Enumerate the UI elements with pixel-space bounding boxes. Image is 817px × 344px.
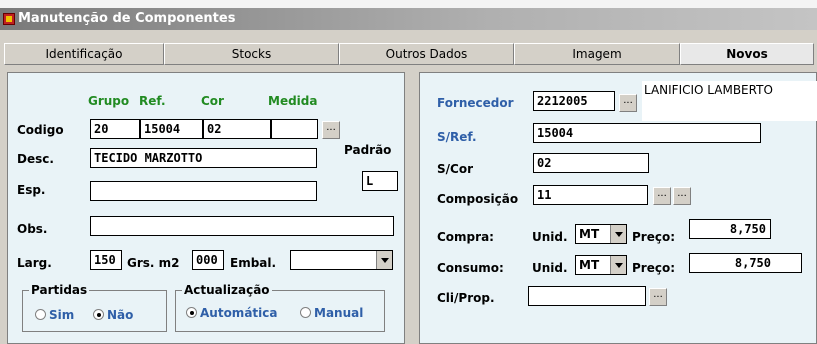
window-titlebar: Manutenção de Componentes (0, 8, 817, 30)
radio-on-icon (93, 309, 104, 320)
sref-label: S/Ref. (437, 130, 477, 144)
composicao-lookup-button-2[interactable]: ... (673, 187, 691, 205)
sref-field[interactable]: 15004 (533, 123, 761, 143)
cliprop-field[interactable] (528, 286, 646, 306)
identification-panel: Grupo Ref. Cor Medida Codigo 20 15004 02… (7, 72, 405, 344)
tab-novos[interactable]: Novos (680, 43, 814, 65)
embal-select[interactable] (290, 250, 393, 270)
fornecedor-name: LANIFICIO LAMBERTO (644, 83, 773, 97)
app-icon (3, 13, 15, 25)
compra-preco-field[interactable]: 8,750 (689, 219, 771, 239)
larg-label: Larg. (17, 256, 52, 270)
consumo-preco-field[interactable]: 8,750 (689, 253, 802, 273)
radio-on-icon (186, 307, 197, 318)
grs-m2-field[interactable]: 000 (192, 250, 224, 270)
consumo-unid-select[interactable]: MT (575, 255, 627, 275)
cor-header: Cor (201, 94, 224, 108)
partidas-sim-radio[interactable]: Sim (35, 308, 74, 322)
grupo-header: Grupo (88, 94, 130, 108)
chevron-down-icon[interactable] (610, 225, 626, 243)
window-title: Manutenção de Componentes (18, 11, 236, 26)
tab-imagem[interactable]: Imagem (514, 43, 680, 65)
compra-unid-select[interactable]: MT (575, 224, 627, 244)
tab-bar: Identificação Stocks Outros Dados Imagem… (0, 43, 817, 65)
chevron-down-icon[interactable] (376, 251, 392, 269)
codigo-lookup-button[interactable]: ... (322, 121, 340, 139)
tab-identificacao[interactable]: Identificação (4, 43, 164, 65)
consumo-label: Consumo: (437, 261, 504, 275)
actualizacao-automatica-radio[interactable]: Automática (186, 306, 277, 320)
medida-field[interactable] (271, 119, 318, 139)
medida-header: Medida (268, 94, 318, 108)
desc-field[interactable]: TECIDO MARZOTTO (90, 148, 317, 168)
padrao-label: Padrão (344, 143, 392, 157)
composicao-field[interactable]: 11 (533, 185, 648, 205)
consumo-unid-value: MT (579, 258, 600, 272)
actualizacao-group: Actualização Automática Manual (175, 283, 385, 332)
composicao-lookup-button[interactable]: ... (653, 187, 671, 205)
cor-field[interactable]: 02 (203, 119, 271, 139)
actualizacao-legend: Actualização (182, 283, 272, 297)
ref-header: Ref. (139, 94, 166, 108)
fornecedor-name-box: LANIFICIO LAMBERTO (642, 81, 817, 121)
obs-label: Obs. (17, 222, 48, 236)
fornecedor-code-field[interactable]: 2212005 (533, 91, 615, 111)
radio-off-icon (35, 309, 46, 320)
consumo-unid-label: Unid. (532, 261, 568, 275)
fornecedor-lookup-button[interactable]: ... (619, 94, 637, 112)
cliprop-lookup-button[interactable]: ... (649, 288, 667, 306)
scor-field[interactable]: 02 (533, 153, 649, 173)
partidas-group: Partidas Sim Não (22, 283, 167, 332)
obs-field[interactable] (90, 216, 394, 236)
composicao-label: Composição (437, 192, 519, 206)
compra-label: Compra: (437, 230, 494, 244)
tab-outros-dados[interactable]: Outros Dados (339, 43, 514, 65)
ref-field[interactable]: 15004 (140, 119, 203, 139)
esp-field[interactable] (90, 181, 317, 201)
larg-field[interactable]: 150 (90, 250, 122, 270)
supplier-panel: Fornecedor 2212005 ... LANIFICIO LAMBERT… (419, 72, 817, 344)
tab-stocks[interactable]: Stocks (164, 43, 339, 65)
partidas-nao-radio[interactable]: Não (93, 308, 133, 322)
partidas-legend: Partidas (29, 283, 90, 297)
radio-off-icon (300, 307, 311, 318)
grs-m2-label: Grs. m2 (127, 256, 180, 270)
fornecedor-label: Fornecedor (437, 96, 514, 110)
compra-unid-label: Unid. (532, 230, 568, 244)
top-strip (0, 0, 817, 8)
embal-label: Embal. (230, 256, 277, 270)
chevron-down-icon[interactable] (610, 256, 626, 274)
compra-preco-label: Preço: (632, 230, 676, 244)
codigo-label: Codigo (17, 123, 64, 137)
actualizacao-manual-radio[interactable]: Manual (300, 306, 363, 320)
scor-label: S/Cor (437, 162, 473, 176)
cliprop-label: Cli/Prop. (437, 291, 495, 305)
desc-label: Desc. (17, 152, 54, 166)
consumo-preco-label: Preço: (632, 261, 676, 275)
compra-unid-value: MT (579, 227, 600, 241)
esp-label: Esp. (17, 183, 46, 197)
padrao-field[interactable]: L (362, 171, 398, 191)
grupo-field[interactable]: 20 (90, 119, 140, 139)
